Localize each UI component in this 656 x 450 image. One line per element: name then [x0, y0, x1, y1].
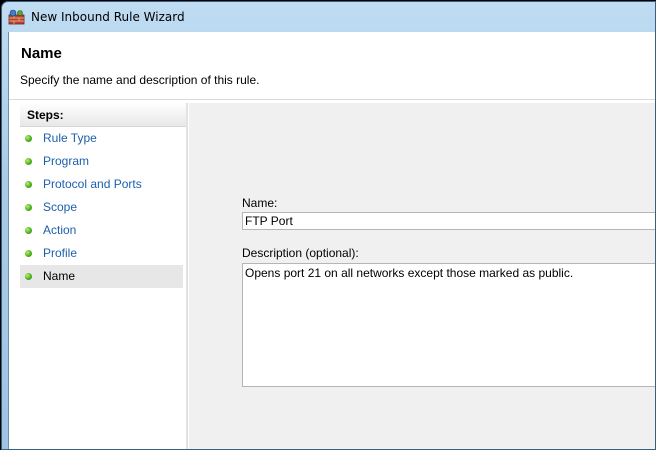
step-scope[interactable]: Scope	[20, 196, 183, 219]
firewall-wizard-icon	[8, 9, 25, 25]
step-complete-icon	[25, 158, 32, 165]
step-action[interactable]: Action	[20, 219, 183, 242]
step-label[interactable]: Protocol and Ports	[43, 177, 142, 191]
title-bar[interactable]: New Inbound Rule Wizard	[2, 2, 655, 32]
step-rule-type[interactable]: Rule Type	[20, 127, 183, 150]
window-title: New Inbound Rule Wizard	[31, 10, 185, 24]
steps-heading: Steps:	[27, 108, 64, 122]
steps-panel: Steps: Rule Type Program Protocol and Po…	[20, 103, 188, 449]
description-label: Description (optional):	[242, 246, 359, 260]
content-panel: Name: FTP Port Description (optional): O…	[189, 103, 655, 449]
wizard-client-area: Name Specify the name and description of…	[8, 32, 655, 449]
wizard-header: Name Specify the name and description of…	[9, 32, 655, 100]
step-profile[interactable]: Profile	[20, 242, 183, 265]
step-name[interactable]: Name	[20, 265, 183, 288]
step-complete-icon	[25, 181, 32, 188]
step-complete-icon	[25, 135, 32, 142]
step-label[interactable]: Scope	[43, 200, 77, 214]
step-complete-icon	[25, 227, 32, 234]
step-label[interactable]: Rule Type	[43, 131, 97, 145]
step-label: Name	[43, 269, 76, 283]
step-label[interactable]: Program	[43, 154, 89, 168]
description-textarea[interactable]: Opens port 21 on all networks except tho…	[242, 263, 655, 387]
step-label[interactable]: Action	[43, 223, 76, 237]
wizard-window: New Inbound Rule Wizard Name Specify the…	[1, 1, 656, 450]
step-current-icon	[25, 273, 32, 280]
step-label[interactable]: Profile	[43, 246, 77, 260]
page-title: Name	[21, 45, 62, 62]
step-complete-icon	[25, 204, 32, 211]
steps-header: Steps:	[20, 103, 186, 127]
step-program[interactable]: Program	[20, 150, 183, 173]
step-protocol-and-ports[interactable]: Protocol and Ports	[20, 173, 183, 196]
name-label: Name:	[242, 196, 278, 210]
step-complete-icon	[25, 250, 32, 257]
page-subtitle: Specify the name and description of this…	[20, 73, 260, 87]
name-input[interactable]: FTP Port	[242, 212, 655, 230]
